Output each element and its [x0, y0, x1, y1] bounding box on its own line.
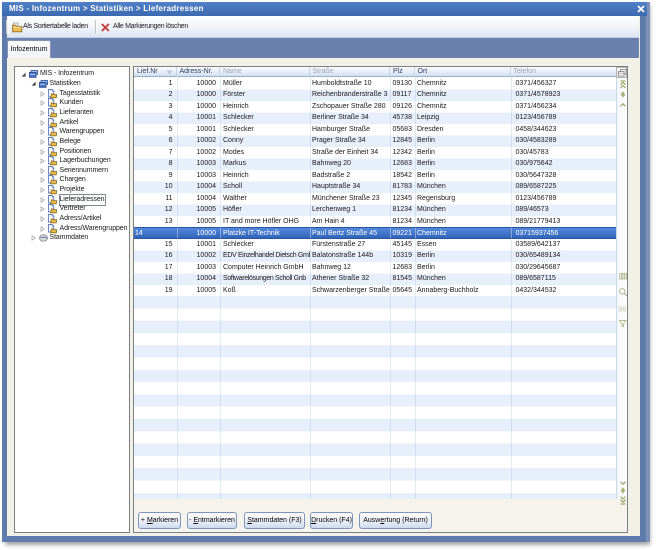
- svg-text:96: 96: [619, 306, 627, 313]
